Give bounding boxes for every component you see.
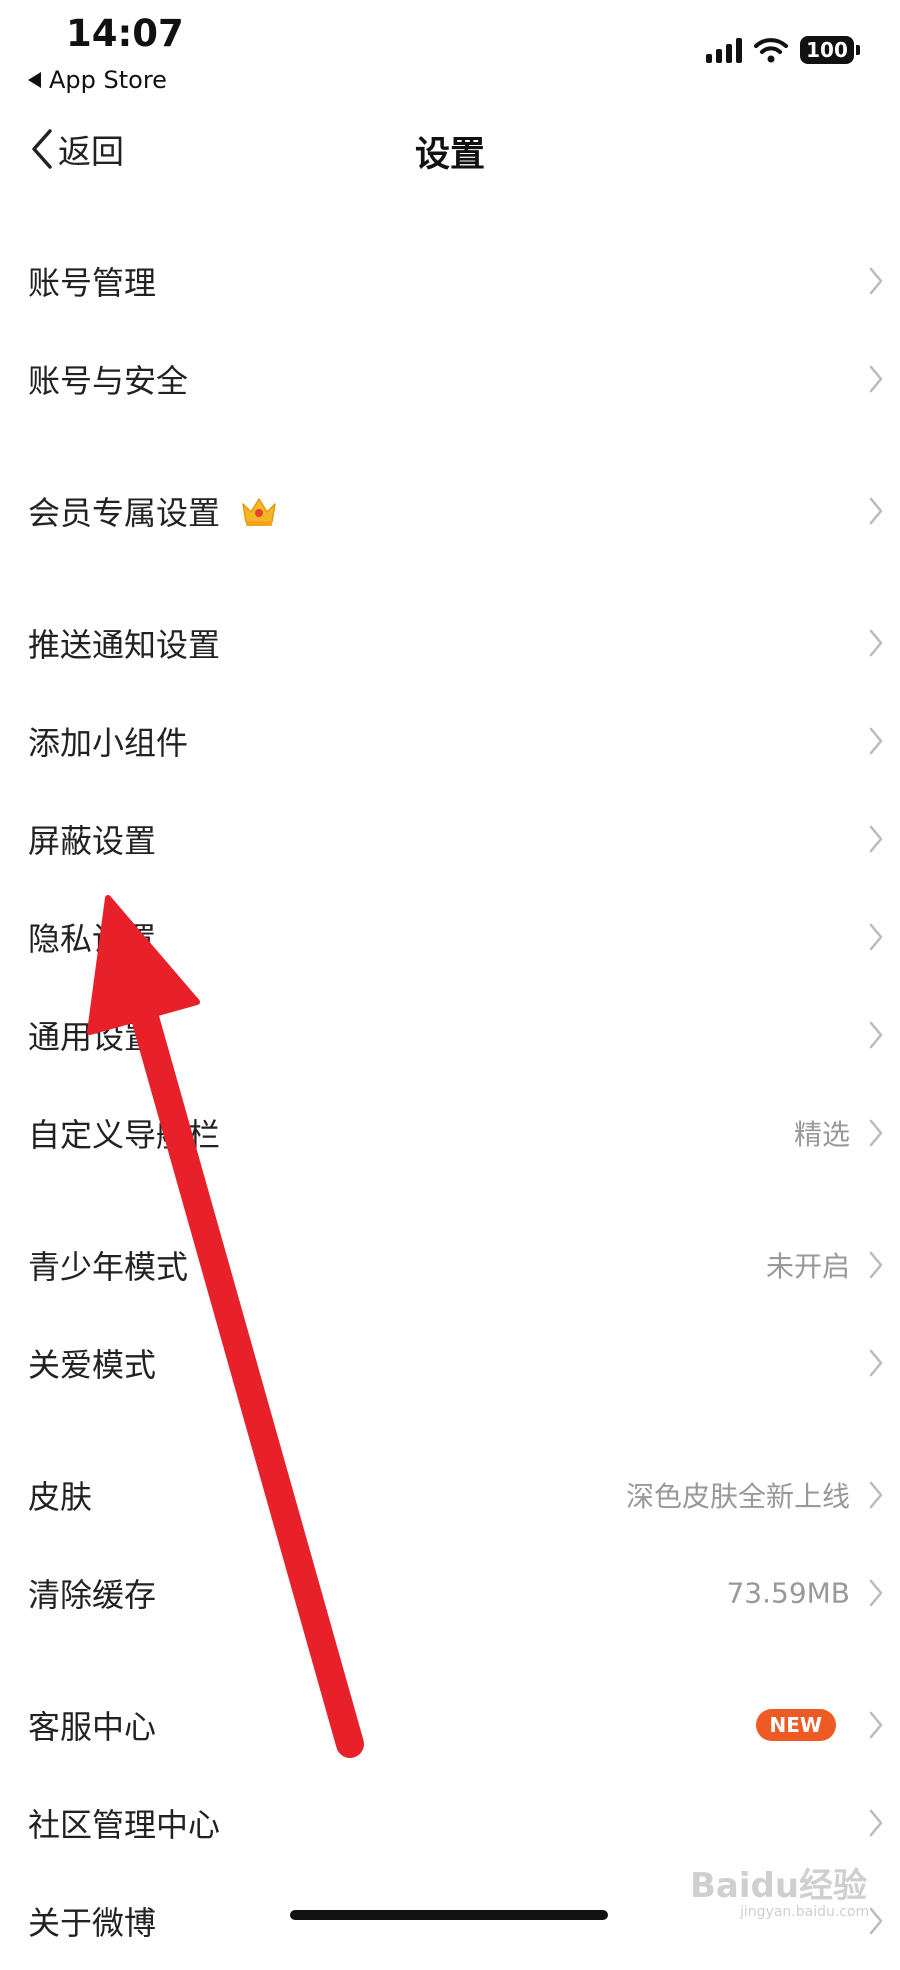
menu-item-label: 关爱模式 [28,1346,157,1384]
menu-item-customer-service[interactable]: 客服中心 NEW [0,1676,900,1774]
baidu-watermark-url: jingyan.baidu.com [740,1904,870,1920]
back-app-label: App Store [49,66,167,94]
menu-item-label: 青少年模式 [28,1248,189,1286]
baidu-watermark: Baidu经验 [690,1866,868,1906]
cellular-signal-icon [706,37,742,63]
menu-item-label: 会员专属设置 [28,494,221,532]
menu-item-general-settings[interactable]: 通用设置 [0,986,900,1084]
menu-item-value: 未开启 [765,1250,850,1283]
menu-item-label: 屏蔽设置 [28,822,157,860]
menu-item-skin[interactable]: 皮肤 深色皮肤全新上线 [0,1446,900,1544]
settings-screen: 14:07 App Store 100 返回 设置 账号管理 账号与安全 会员专… [0,0,900,1942]
chevron-right-icon [869,1481,883,1509]
menu-item-label: 关于微博 [28,1904,157,1942]
crown-icon [242,498,276,526]
new-badge: NEW [755,1709,836,1741]
chevron-right-icon [869,825,883,853]
menu-item-label: 清除缓存 [28,1576,157,1614]
menu-item-value: 73.59MB [726,1576,850,1610]
menu-item-privacy-settings[interactable]: 隐私设置 [0,888,900,986]
back-triangle-icon [28,72,41,88]
status-icons: 100 [706,36,860,64]
menu-item-label: 账号管理 [28,264,157,302]
chevron-right-icon [869,1119,883,1147]
menu-item-label: 通用设置 [28,1018,157,1056]
chevron-right-icon [869,1711,883,1739]
menu-item-teen-mode[interactable]: 青少年模式 未开启 [0,1216,900,1314]
menu-item-label: 社区管理中心 [28,1806,221,1844]
menu-item-block-settings[interactable]: 屏蔽设置 [0,790,900,888]
menu-item-value: 深色皮肤全新上线 [625,1480,850,1513]
chevron-right-icon [869,267,883,295]
menu-item-add-widget[interactable]: 添加小组件 [0,692,900,790]
chevron-right-icon [869,365,883,393]
home-indicator[interactable] [290,1910,608,1920]
status-time: 14:07 [66,12,184,55]
chevron-right-icon [869,1809,883,1837]
menu-item-clear-cache[interactable]: 清除缓存 73.59MB [0,1544,900,1642]
wifi-icon [754,38,788,63]
menu-item-account-management[interactable]: 账号管理 [0,232,900,330]
chevron-right-icon [869,923,883,951]
menu-item-member-settings[interactable]: 会员专属设置 [0,462,900,560]
chevron-right-icon [869,1349,883,1377]
menu-item-value: 精选 [793,1118,850,1151]
page-title: 设置 [414,135,485,175]
menu-item-label: 账号与安全 [28,362,189,400]
menu-item-label: 隐私设置 [28,920,157,958]
menu-item-custom-navbar[interactable]: 自定义导航栏 精选 [0,1084,900,1182]
battery-icon: 100 [800,36,860,64]
menu-item-label: 添加小组件 [28,724,189,762]
back-to-app-link[interactable]: App Store [28,66,167,94]
menu-item-label: 推送通知设置 [28,626,221,664]
chevron-right-icon [869,1579,883,1607]
chevron-right-icon [869,1907,883,1935]
menu-item-label: 客服中心 [28,1708,157,1746]
menu-item-care-mode[interactable]: 关爱模式 [0,1314,900,1412]
chevron-right-icon [869,1021,883,1049]
chevron-right-icon [869,727,883,755]
menu-item-label: 皮肤 [28,1478,93,1516]
chevron-right-icon [869,629,883,657]
menu-item-label: 自定义导航栏 [28,1116,221,1154]
menu-item-account-security[interactable]: 账号与安全 [0,330,900,428]
chevron-right-icon [869,1251,883,1279]
chevron-right-icon [869,497,883,525]
battery-level: 100 [800,36,854,64]
menu-item-push-notifications[interactable]: 推送通知设置 [0,594,900,692]
